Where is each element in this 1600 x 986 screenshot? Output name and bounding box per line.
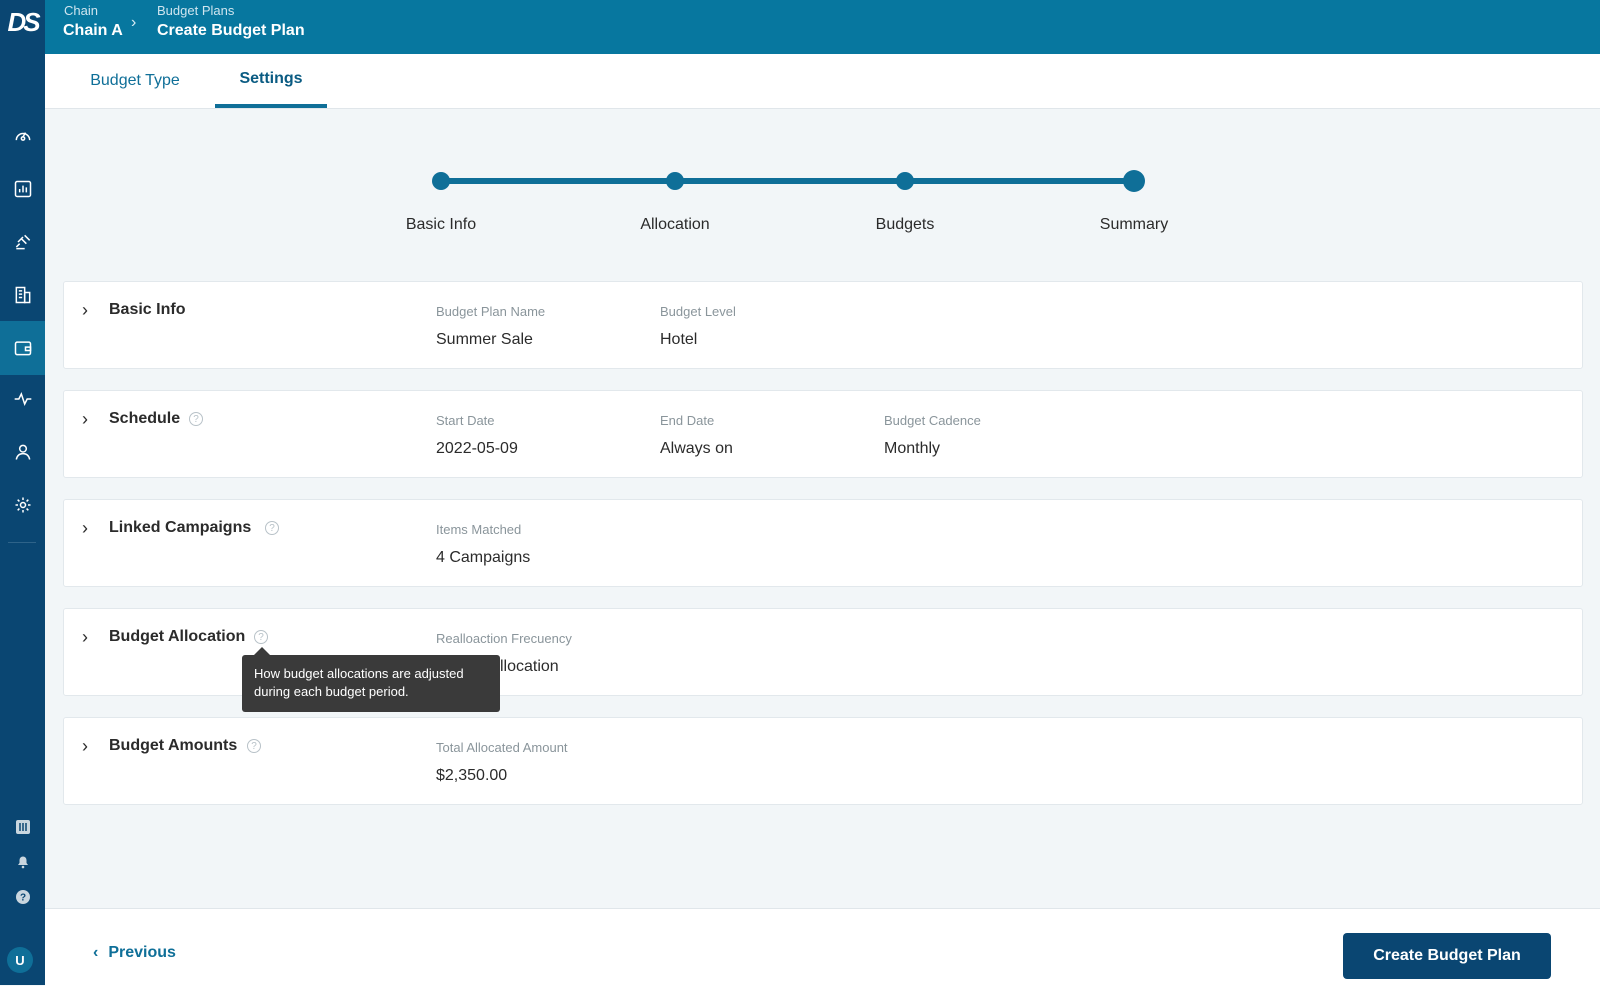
sidebar: DS ? U: [0, 0, 45, 985]
help-icon[interactable]: ?: [254, 630, 268, 644]
step-dot-allocation[interactable]: [666, 172, 684, 190]
nav-integrations-icon[interactable]: [0, 812, 45, 842]
field-value: llocation: [500, 658, 559, 675]
breadcrumb-chain-label: Chain: [64, 3, 98, 18]
tab-settings[interactable]: Settings: [215, 54, 327, 108]
gear-icon: [15, 497, 30, 513]
field-value: Monthly: [884, 440, 941, 457]
user-icon: [15, 444, 30, 460]
section-budget-amounts: › Budget Amounts ? Total Allocated Amoun…: [63, 717, 1583, 805]
step-dot-summary[interactable]: [1123, 170, 1145, 192]
question-circle-icon: ?: [15, 890, 30, 904]
field-label: Items Matched: [436, 522, 522, 537]
nav-settings-icon[interactable]: [0, 482, 45, 528]
field-value: Always on: [660, 440, 733, 457]
svg-text:?: ?: [19, 893, 25, 904]
section-title[interactable]: Linked Campaigns: [109, 519, 251, 537]
chevron-right-icon[interactable]: ›: [82, 300, 88, 321]
create-budget-plan-button[interactable]: Create Budget Plan: [1343, 933, 1551, 979]
nav-reports-icon[interactable]: [0, 166, 45, 212]
section-schedule: › Schedule ? Start Date 2022-05-09 End D…: [63, 390, 1583, 478]
top-header: Chain Chain A › Budget Plans Create Budg…: [45, 0, 1600, 54]
bar-chart-icon: [14, 180, 31, 198]
footer-bar: ‹ Previous Create Budget Plan: [45, 908, 1600, 986]
nav-users-icon[interactable]: [0, 429, 45, 475]
chevron-right-icon[interactable]: ›: [82, 409, 88, 430]
help-button[interactable]: ?: [0, 882, 45, 912]
section-linked-campaigns: › Linked Campaigns ? Items Matched 4 Cam…: [63, 499, 1583, 587]
stepper-track: [440, 178, 1134, 184]
field-label: Budget Plan Name: [436, 304, 546, 319]
step-dot-basic-info[interactable]: [432, 172, 450, 190]
section-title[interactable]: Budget Allocation: [109, 628, 245, 646]
field-value: Hotel: [660, 331, 698, 348]
chevron-left-icon: ‹: [93, 944, 99, 961]
help-icon[interactable]: ?: [189, 412, 203, 426]
user-avatar[interactable]: U: [7, 947, 33, 973]
nav-budgets-icon[interactable]: [0, 321, 45, 375]
bell-icon: [17, 856, 28, 869]
app-logo[interactable]: DS: [0, 0, 45, 45]
chevron-right-icon[interactable]: ›: [82, 518, 88, 539]
help-icon[interactable]: ?: [247, 739, 261, 753]
previous-button[interactable]: ‹ Previous: [93, 944, 176, 962]
tab-bar: Budget Type Settings: [45, 54, 1600, 109]
field-label: Budget Cadence: [884, 413, 981, 428]
step-label-budgets: Budgets: [875, 216, 935, 233]
field-label: End Date: [660, 413, 715, 428]
field-label: Total Allocated Amount: [436, 740, 568, 755]
step-label-summary: Summary: [1099, 216, 1169, 233]
building-icon: [15, 286, 30, 304]
nav-activity-icon[interactable]: [0, 376, 45, 422]
field-value: 2022-05-09: [436, 440, 518, 457]
section-basic-info: › Basic Info Budget Plan Name Summer Sal…: [63, 281, 1583, 369]
field-label: Realloaction Frecuency: [436, 631, 572, 646]
field-label: Budget Level: [660, 304, 736, 319]
wallet-icon: [14, 341, 31, 356]
field-value: $2,350.00: [436, 767, 508, 784]
section-title[interactable]: Schedule: [109, 410, 180, 428]
step-label-allocation: Allocation: [640, 216, 710, 233]
page-title: Create Budget Plan: [157, 22, 305, 39]
breadcrumb-chain-value[interactable]: Chain A: [63, 22, 123, 40]
breadcrumb-plans-label[interactable]: Budget Plans: [157, 3, 234, 18]
breadcrumb-chevron-icon: ›: [131, 14, 137, 31]
sidebar-divider: [8, 542, 36, 543]
gavel-icon: [15, 234, 30, 250]
help-icon[interactable]: ?: [265, 521, 279, 535]
gauge-icon: [15, 132, 30, 141]
section-title[interactable]: Basic Info: [109, 301, 185, 319]
help-tooltip: How budget allocations are adjusted duri…: [242, 655, 500, 712]
chevron-right-icon[interactable]: ›: [82, 736, 88, 757]
previous-label: Previous: [108, 944, 176, 961]
nav-bidding-icon[interactable]: [0, 219, 45, 265]
nav-properties-icon[interactable]: [0, 272, 45, 318]
field-value: 4 Campaigns: [436, 549, 531, 566]
tooltip-arrow: [254, 647, 270, 655]
field-label: Start Date: [436, 413, 495, 428]
field-value: Summer Sale: [436, 331, 533, 348]
grid-card-icon: [15, 820, 30, 834]
notifications-bell-icon[interactable]: [0, 846, 45, 876]
step-label-basic-info: Basic Info: [405, 216, 477, 233]
section-title[interactable]: Budget Amounts: [109, 737, 237, 755]
nav-dashboard-icon[interactable]: [0, 113, 45, 159]
step-dot-budgets[interactable]: [896, 172, 914, 190]
tab-budget-type[interactable]: Budget Type: [73, 54, 197, 108]
pulse-icon: [14, 392, 31, 406]
chevron-right-icon[interactable]: ›: [82, 627, 88, 648]
